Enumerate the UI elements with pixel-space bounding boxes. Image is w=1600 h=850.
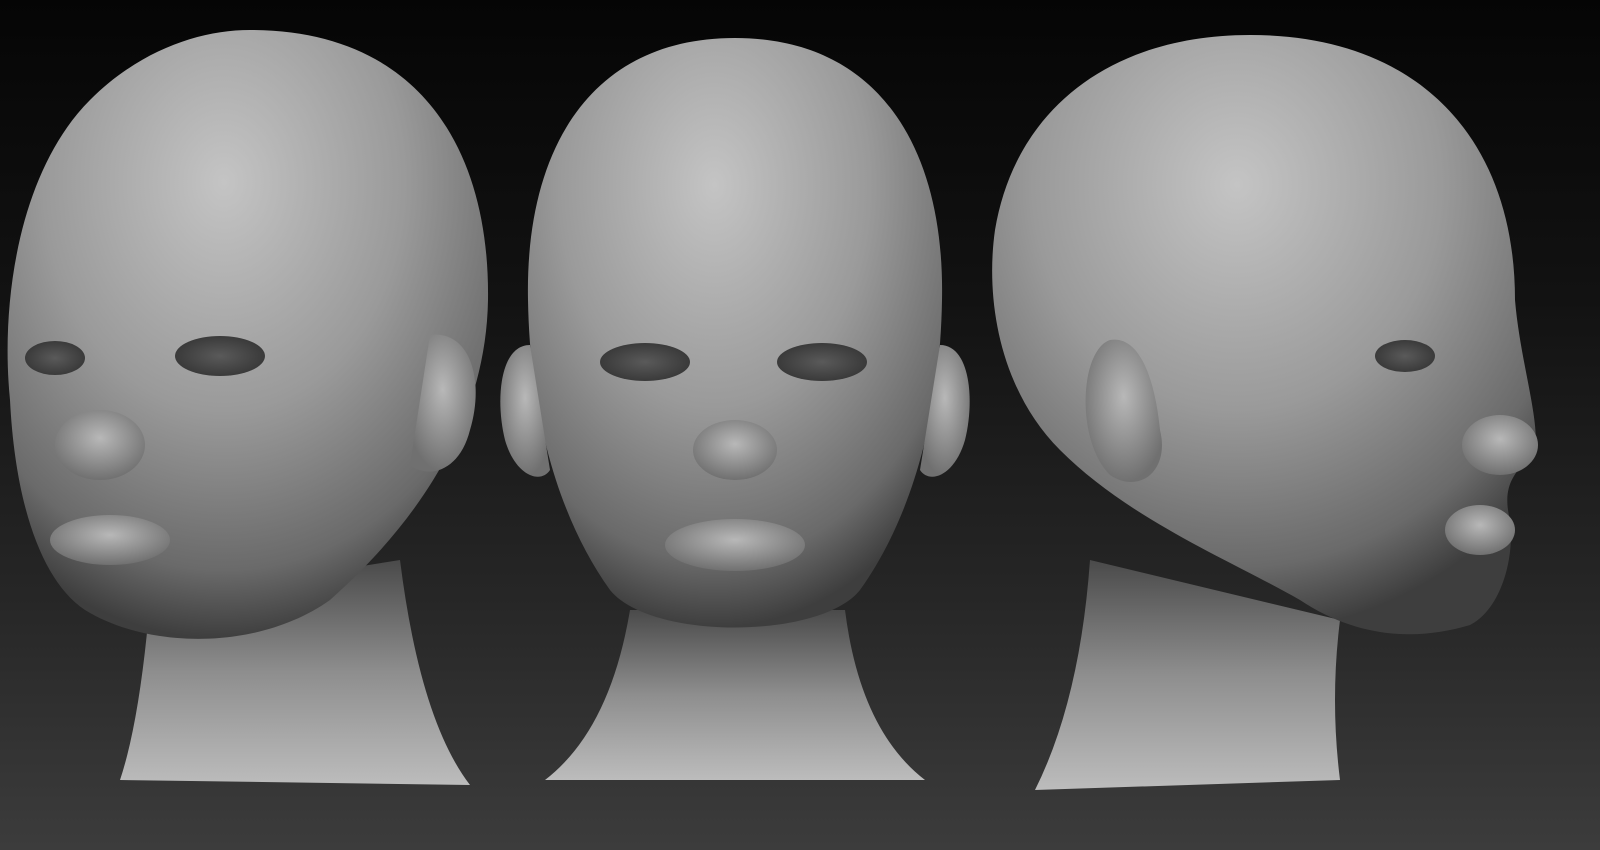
head-three-quarter-view	[7, 30, 489, 785]
nose	[55, 410, 145, 480]
eye-socket	[175, 336, 265, 376]
eye-socket	[777, 343, 867, 381]
neck	[545, 610, 925, 780]
sculpt-render	[7, 30, 1538, 790]
lips	[50, 515, 170, 565]
render-viewport	[0, 0, 1600, 850]
lips	[1445, 505, 1515, 555]
nose	[693, 420, 777, 480]
eye-socket	[600, 343, 690, 381]
eye-socket	[1375, 340, 1435, 372]
head-profile-view	[992, 35, 1538, 790]
head-front-view	[500, 38, 970, 780]
nose	[1462, 415, 1538, 475]
lips	[665, 519, 805, 571]
eye-socket	[25, 341, 85, 375]
